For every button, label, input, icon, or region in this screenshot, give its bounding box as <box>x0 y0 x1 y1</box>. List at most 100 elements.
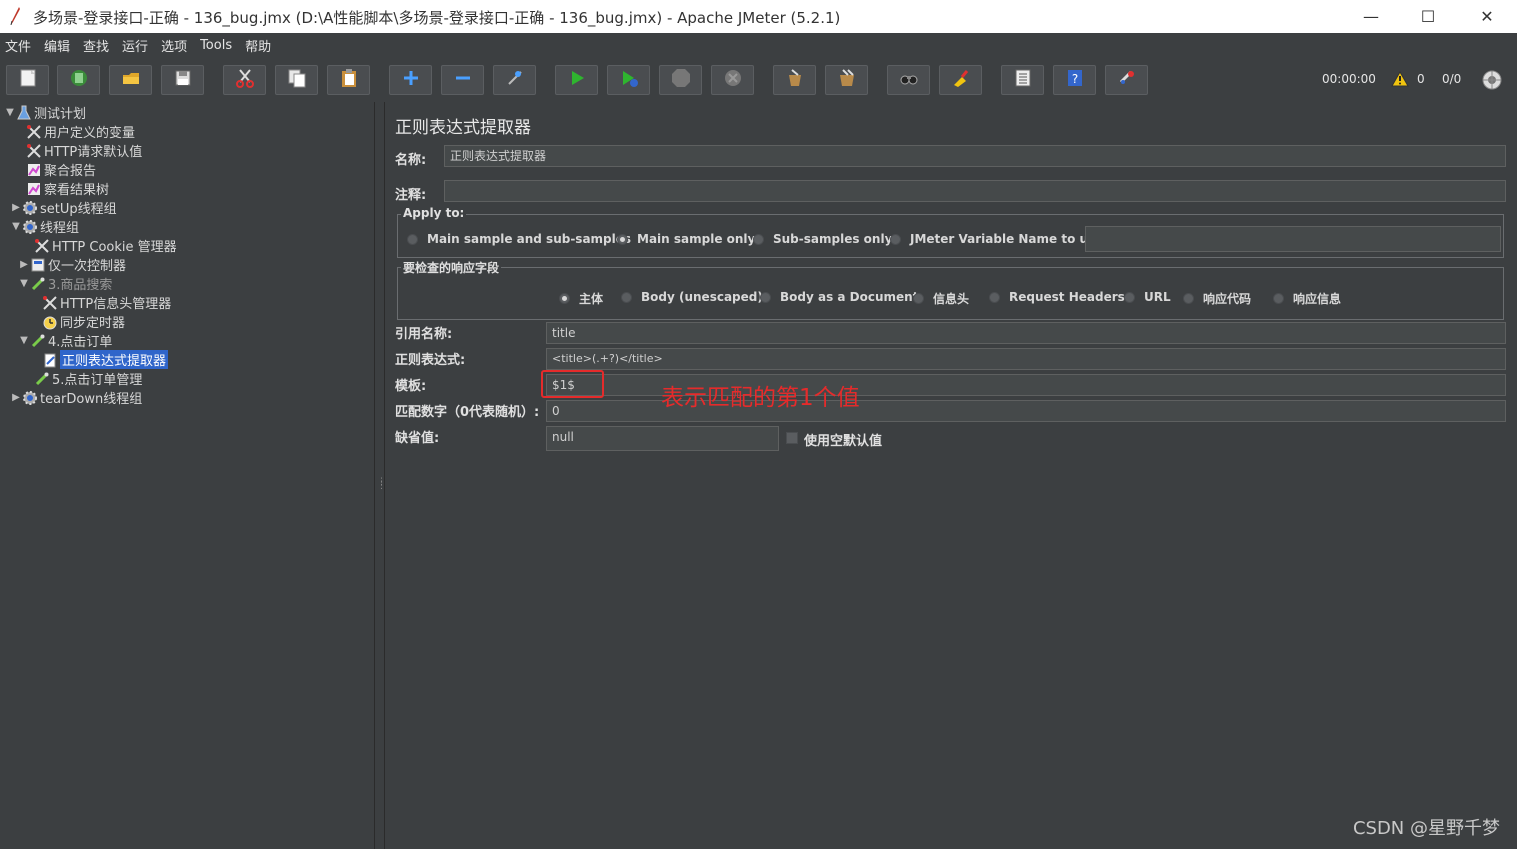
tree-toggle[interactable]: ▶ <box>10 392 22 403</box>
tree-node-label: 仅一次控制器 <box>48 259 127 274</box>
regex-extractor-panel: 正则表达式提取器 名称: 正则表达式提取器 注释: Apply to: Main… <box>385 102 1517 849</box>
flask-icon <box>16 105 32 121</box>
tree-node-once-only-controller[interactable]: ▶ 仅一次控制器 <box>18 255 126 274</box>
tree-node-aggregate-report[interactable]: 聚合报告 <box>14 160 96 179</box>
tree-node-label: 3.商品搜索 <box>48 278 113 293</box>
radio-main-and-sub[interactable]: Main sample and sub-samples <box>407 232 631 246</box>
field-to-check-title: 要检查的响应字段 <box>401 259 502 276</box>
start-button[interactable] <box>555 65 598 95</box>
clear-all-button[interactable] <box>825 65 868 95</box>
radio-dot <box>1273 293 1284 304</box>
menu-tools[interactable]: Tools <box>200 38 232 53</box>
radio-main-only[interactable]: Main sample only <box>617 232 755 246</box>
gear-icon <box>22 390 38 406</box>
stop-button[interactable] <box>659 65 702 95</box>
save-button[interactable] <box>161 65 204 95</box>
maximize-button[interactable]: ☐ <box>1400 0 1456 33</box>
tree-node-order-management[interactable]: 5.点击订单管理 <box>22 369 142 388</box>
open-button[interactable] <box>109 65 152 95</box>
tree-node-regex-extractor[interactable]: 正则表达式提取器 <box>30 350 169 369</box>
tree-toggle[interactable]: ▶ <box>18 259 30 270</box>
radio-jmeter-variable[interactable]: JMeter Variable Name to use <box>890 232 1103 246</box>
tree-node-header-manager[interactable]: HTTP信息头管理器 <box>30 293 171 312</box>
tree-node-label: 线程组 <box>40 221 80 236</box>
warning-icon[interactable] <box>1391 70 1409 90</box>
radio-response-message[interactable]: 响应信息 <box>1273 290 1341 307</box>
shutdown-button[interactable] <box>711 65 754 95</box>
function-helper-button[interactable] <box>1001 65 1044 95</box>
tree-node-user-variables[interactable]: 用户定义的变量 <box>14 122 135 141</box>
radio-label: Sub-samples only <box>773 232 893 246</box>
radio-body-unescaped[interactable]: Body (unescaped) <box>621 290 763 304</box>
expand-button[interactable] <box>389 65 432 95</box>
default-value-input[interactable]: null <box>546 426 779 451</box>
split-pane-divider[interactable]: ⋮ ⋮ <box>375 102 386 849</box>
toolbar: ? 00:00:00 0 0/0 <box>0 58 1517 102</box>
use-empty-default-label: 使用空默认值 <box>804 434 883 449</box>
radio-body-document[interactable]: Body as a Document <box>760 290 918 304</box>
tree-node-cookie-manager[interactable]: HTTP Cookie 管理器 <box>22 236 177 255</box>
tree-node-view-results[interactable]: 察看结果树 <box>14 179 109 198</box>
ref-name-input[interactable]: title <box>546 322 1506 344</box>
menu-run[interactable]: 运行 <box>122 36 148 55</box>
tree-node-click-order[interactable]: ▼ 4.点击订单 <box>18 331 112 350</box>
radio-label: Main sample only <box>637 232 756 246</box>
extractor-icon <box>42 352 58 368</box>
search-button[interactable] <box>887 65 930 95</box>
clear-all-icon <box>836 67 858 93</box>
default-value-label: 缺省值: <box>395 431 440 446</box>
close-button[interactable]: ✕ <box>1459 0 1515 33</box>
copy-icon <box>286 67 308 93</box>
tree-node-thread-group[interactable]: ▼ 线程组 <box>10 217 79 236</box>
radio-dot <box>407 233 418 245</box>
menu-file[interactable]: 文件 <box>5 36 31 55</box>
tree-node-test-plan[interactable]: ▼ 测试计划 <box>4 103 86 122</box>
templates-icon <box>68 67 90 93</box>
name-input[interactable]: 正则表达式提取器 <box>444 145 1506 167</box>
help-button[interactable]: ? <box>1053 65 1096 95</box>
radio-request-headers[interactable]: Request Headers <box>989 290 1125 304</box>
comment-input[interactable] <box>444 180 1506 202</box>
active-threads: 0/0 <box>1442 72 1462 86</box>
tree-node-setup-thread-group[interactable]: ▶ setUp线程组 <box>10 198 117 217</box>
start-no-pause-button[interactable] <box>607 65 650 95</box>
tree-toggle[interactable]: ▼ <box>4 107 16 118</box>
tree-toggle[interactable]: ▼ <box>10 221 22 232</box>
radio-body[interactable]: 主体 <box>559 290 603 307</box>
tree-node-teardown-thread-group[interactable]: ▶ tearDown线程组 <box>10 388 142 407</box>
tree-node-product-search[interactable]: ▼ 3.商品搜索 <box>18 274 112 293</box>
reset-search-button[interactable] <box>939 65 982 95</box>
radio-url[interactable]: URL <box>1124 290 1171 304</box>
menu-help[interactable]: 帮助 <box>245 36 271 55</box>
radio-sub-only[interactable]: Sub-samples only <box>753 232 892 246</box>
radio-response-code[interactable]: 响应代码 <box>1183 290 1251 307</box>
use-empty-default-checkbox[interactable] <box>786 432 798 444</box>
menu-options[interactable]: 选项 <box>161 36 187 55</box>
templates-button[interactable] <box>57 65 100 95</box>
tree-node-sync-timer[interactable]: 同步定时器 <box>30 312 125 331</box>
toggle-button[interactable] <box>493 65 536 95</box>
tree-node-label: HTTP信息头管理器 <box>60 297 172 312</box>
radio-headers[interactable]: 信息头 <box>913 290 969 307</box>
remote-button[interactable] <box>1105 65 1148 95</box>
regex-label: 正则表达式: <box>395 353 466 368</box>
tree-toggle[interactable]: ▼ <box>18 278 30 289</box>
collapse-button[interactable] <box>441 65 484 95</box>
help-icon: ? <box>1064 67 1086 93</box>
new-button[interactable] <box>6 65 49 95</box>
clear-button[interactable] <box>773 65 816 95</box>
tree-node-http-defaults[interactable]: HTTP请求默认值 <box>14 141 142 160</box>
paste-button[interactable] <box>327 65 370 95</box>
cut-button[interactable] <box>223 65 266 95</box>
regex-input[interactable]: <title>(.+?)</title> <box>546 348 1506 370</box>
copy-button[interactable] <box>275 65 318 95</box>
jmeter-variable-input[interactable] <box>1085 226 1501 252</box>
menu-edit[interactable]: 编辑 <box>44 36 70 55</box>
tree-toggle[interactable]: ▼ <box>18 335 30 346</box>
menu-search[interactable]: 查找 <box>83 36 109 55</box>
clear-icon <box>784 67 806 93</box>
reset-search-icon <box>950 67 972 93</box>
tree-toggle[interactable]: ▶ <box>10 202 22 213</box>
radio-label: URL <box>1144 290 1171 304</box>
minimize-button[interactable]: — <box>1343 0 1399 33</box>
